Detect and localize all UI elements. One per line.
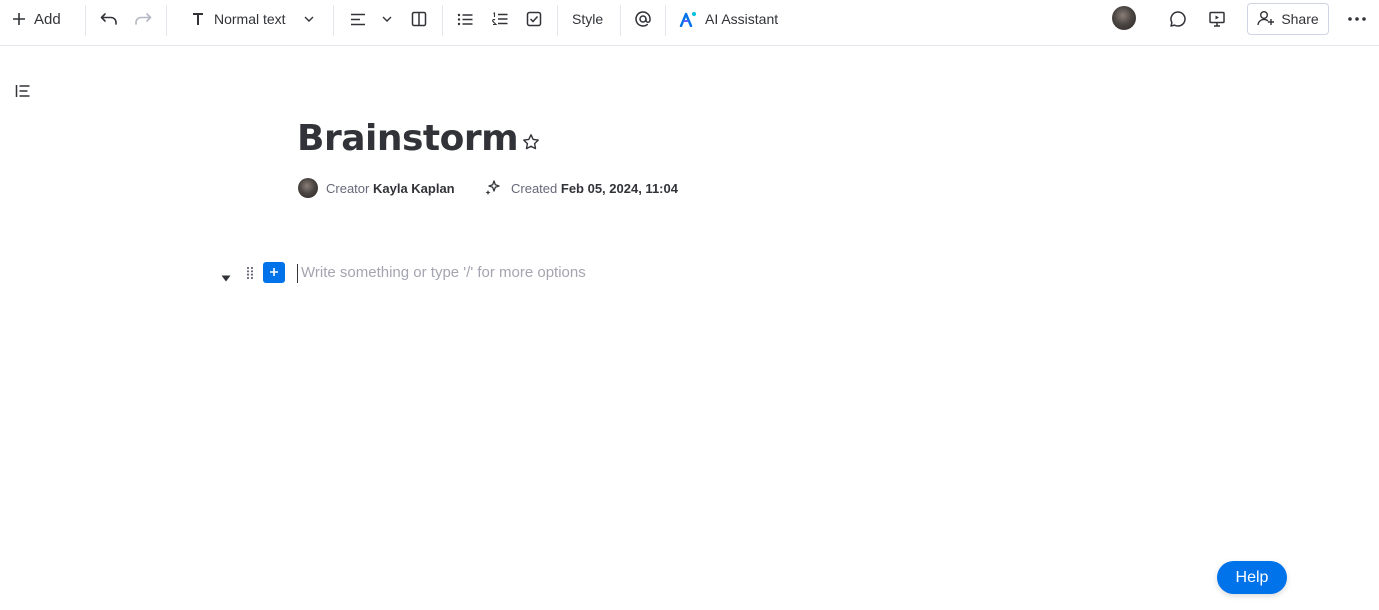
style-button[interactable]: Style (566, 6, 609, 32)
more-button[interactable] (1345, 7, 1369, 31)
text-style-label: Normal text (214, 11, 286, 27)
mention-icon (634, 10, 652, 28)
undo-button[interactable] (97, 7, 121, 31)
more-icon (1348, 17, 1366, 21)
toolbar-divider (333, 5, 334, 36)
share-button[interactable]: Share (1247, 3, 1329, 35)
toolbar: Add Normal text Style AI Assistant Share (0, 0, 1379, 46)
toolbar-divider (620, 5, 621, 36)
text-style-dropdown[interactable]: Normal text (186, 5, 320, 33)
toolbar-divider (85, 5, 86, 36)
bullet-list-button[interactable] (453, 7, 477, 31)
creator-avatar[interactable] (298, 178, 318, 198)
redo-button[interactable] (131, 7, 155, 31)
plus-icon (269, 264, 279, 282)
avatar[interactable] (1112, 6, 1136, 30)
toolbar-divider (665, 5, 666, 36)
creator-label: Creator (326, 181, 370, 196)
numbered-list-icon (492, 12, 508, 26)
table-of-contents-button[interactable] (11, 80, 35, 102)
favorite-button[interactable] (519, 130, 543, 154)
text-type-icon (192, 12, 204, 26)
add-person-icon (1257, 10, 1275, 29)
creator-name[interactable]: Kayla Kaplan (373, 181, 455, 196)
checklist-icon (526, 11, 542, 27)
sparkle-icon (484, 179, 502, 202)
undo-icon (100, 12, 118, 26)
bullet-list-icon (457, 13, 473, 26)
ai-assistant-icon (679, 11, 697, 27)
created-info: Created Feb 05, 2024, 11:04 (511, 181, 678, 196)
chevron-down-icon (382, 16, 392, 22)
style-label: Style (572, 11, 604, 27)
align-dropdown-button[interactable] (379, 7, 395, 31)
editor-placeholder[interactable]: Write something or type '/' for more opt… (301, 264, 586, 281)
chevron-down-icon (304, 16, 314, 22)
toolbar-divider (166, 5, 167, 36)
creator-info: Creator Kayla Kaplan (326, 181, 455, 196)
columns-button[interactable] (407, 7, 431, 31)
numbered-list-button[interactable] (488, 7, 512, 31)
checklist-button[interactable] (522, 7, 546, 31)
mention-button[interactable] (631, 7, 655, 31)
caret-down-icon[interactable] (221, 269, 231, 287)
comment-icon (1169, 10, 1187, 28)
columns-icon (411, 11, 427, 27)
text-cursor (297, 264, 298, 283)
toolbar-divider (557, 5, 558, 36)
table-of-contents-icon (15, 84, 31, 98)
drag-handle-icon[interactable] (246, 266, 254, 285)
present-button[interactable] (1205, 7, 1229, 31)
ai-assistant-button[interactable]: AI Assistant (675, 6, 782, 32)
created-date: Feb 05, 2024, 11:04 (560, 181, 678, 196)
align-button[interactable] (346, 7, 370, 31)
toolbar-divider (442, 5, 443, 36)
align-left-icon (350, 13, 366, 26)
add-block-button[interactable] (263, 262, 285, 283)
help-button[interactable]: Help (1217, 561, 1287, 594)
redo-icon (134, 12, 152, 26)
page-title[interactable]: Brainstorm (297, 118, 519, 159)
star-icon (522, 133, 540, 151)
present-icon (1208, 10, 1226, 28)
add-label: Add (34, 10, 61, 28)
ai-assistant-label: AI Assistant (705, 11, 779, 27)
add-button[interactable]: Add (8, 4, 65, 34)
created-label: Created (511, 181, 558, 196)
plus-icon (12, 12, 26, 26)
share-label: Share (1281, 11, 1319, 27)
comment-button[interactable] (1166, 7, 1190, 31)
